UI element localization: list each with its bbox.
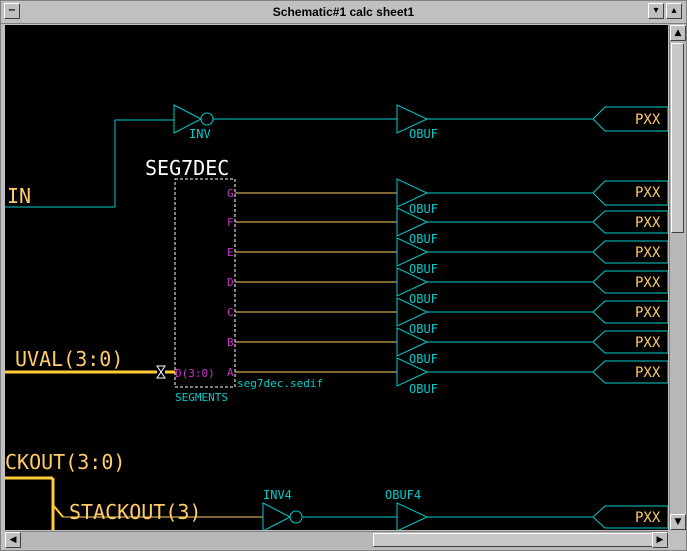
decoder-input-pin: D(3:0) (175, 367, 215, 380)
arrow-left-icon: ◀ (9, 535, 17, 545)
bus-ripper (156, 365, 166, 379)
inv-bubble (200, 112, 214, 126)
obuf-f-label: OBUF (409, 232, 438, 246)
decoder-block (174, 178, 236, 388)
maximize-icon: ▴ (671, 5, 677, 16)
obuf-c-label: OBUF (409, 322, 438, 336)
pin-g: G (227, 187, 234, 200)
obuf-d-label: OBUF (409, 292, 438, 306)
port-a-label: PXX (635, 365, 661, 381)
minimize-button[interactable]: ▾ (648, 3, 664, 19)
pin-c: C (227, 306, 234, 319)
horizontal-scrollbar[interactable]: ◀ ▶ (5, 531, 668, 549)
pin-d: D (227, 276, 234, 289)
output-row-e: OBUF PXX (235, 237, 669, 276)
pin-f: F (227, 216, 234, 229)
scroll-left-button[interactable]: ◀ (5, 532, 21, 548)
inv-label: INV (189, 127, 211, 141)
port-f-label: PXX (635, 215, 661, 231)
minimize-icon: ▾ (653, 5, 659, 16)
inv4-bubble (289, 510, 303, 524)
obuf-top-label: OBUF (409, 127, 438, 141)
decoder-instance: SEGMENTS (175, 391, 228, 404)
pin-e: E (227, 246, 234, 259)
net-label-stackout: STACKOUT(3) (69, 500, 201, 524)
obuf4 (396, 502, 429, 532)
pin-b: B (227, 336, 234, 349)
scrollbar-corner (669, 531, 685, 549)
port-top-label: PXX (635, 112, 661, 128)
arrow-right-icon: ▶ (656, 535, 664, 545)
output-row-d: OBUF PXX (235, 267, 669, 306)
title-bar[interactable]: − Schematic#1 calc sheet1 ▾ ▴ (1, 1, 686, 24)
schematic-canvas[interactable]: IN INV OBUF PXX SEG7DEC SEGMENTS seg7dec… (5, 25, 669, 532)
obuf-a-label: OBUF (409, 382, 438, 396)
pin-a: A (227, 366, 234, 379)
scroll-down-button[interactable]: ▼ (670, 514, 686, 530)
inv4-label: INV4 (263, 488, 292, 502)
obuf-g-label: OBUF (409, 202, 438, 216)
schematic-window: − Schematic#1 calc sheet1 ▾ ▴ IN INV OBU… (0, 0, 687, 551)
port-g-label: PXX (635, 185, 661, 201)
horizontal-scroll-thumb[interactable] (373, 533, 653, 547)
scroll-up-button[interactable]: ▲ (670, 25, 686, 41)
output-row-b: OBUF PXX (235, 327, 669, 366)
output-row-g: OBUF PXX (235, 178, 669, 216)
scroll-right-button[interactable]: ▶ (652, 532, 668, 548)
decoder-file: seg7dec.sedif (237, 377, 323, 390)
net-label-in: IN (7, 184, 31, 208)
output-row-c: OBUF PXX (235, 297, 669, 336)
port-d-label: PXX (635, 275, 661, 291)
vertical-scroll-thumb[interactable] (671, 43, 684, 233)
port-c-label: PXX (635, 305, 661, 321)
obuf-e-label: OBUF (409, 262, 438, 276)
obuf-b-label: OBUF (409, 352, 438, 366)
port-bottom-label: PXX (635, 510, 661, 526)
arrow-down-icon: ▼ (674, 517, 682, 527)
port-e-label: PXX (635, 245, 661, 261)
window-title: Schematic#1 calc sheet1 (272, 5, 415, 19)
maximize-button[interactable]: ▴ (666, 3, 682, 19)
port-b-label: PXX (635, 335, 661, 351)
output-row-f: OBUF PXX (235, 207, 669, 246)
schematic-drawing: IN INV OBUF PXX SEG7DEC SEGMENTS seg7dec… (5, 104, 669, 532)
decoder-title: SEG7DEC (145, 156, 229, 180)
vertical-scrollbar[interactable]: ▲ ▼ (669, 25, 686, 530)
net-label-ckout: CKOUT(3:0) (5, 450, 125, 474)
net-label-uval: UVAL(3:0) (15, 347, 123, 371)
arrow-up-icon: ▲ (674, 28, 682, 38)
obuf4-label: OBUF4 (385, 488, 421, 502)
inv4-gate (262, 502, 292, 532)
